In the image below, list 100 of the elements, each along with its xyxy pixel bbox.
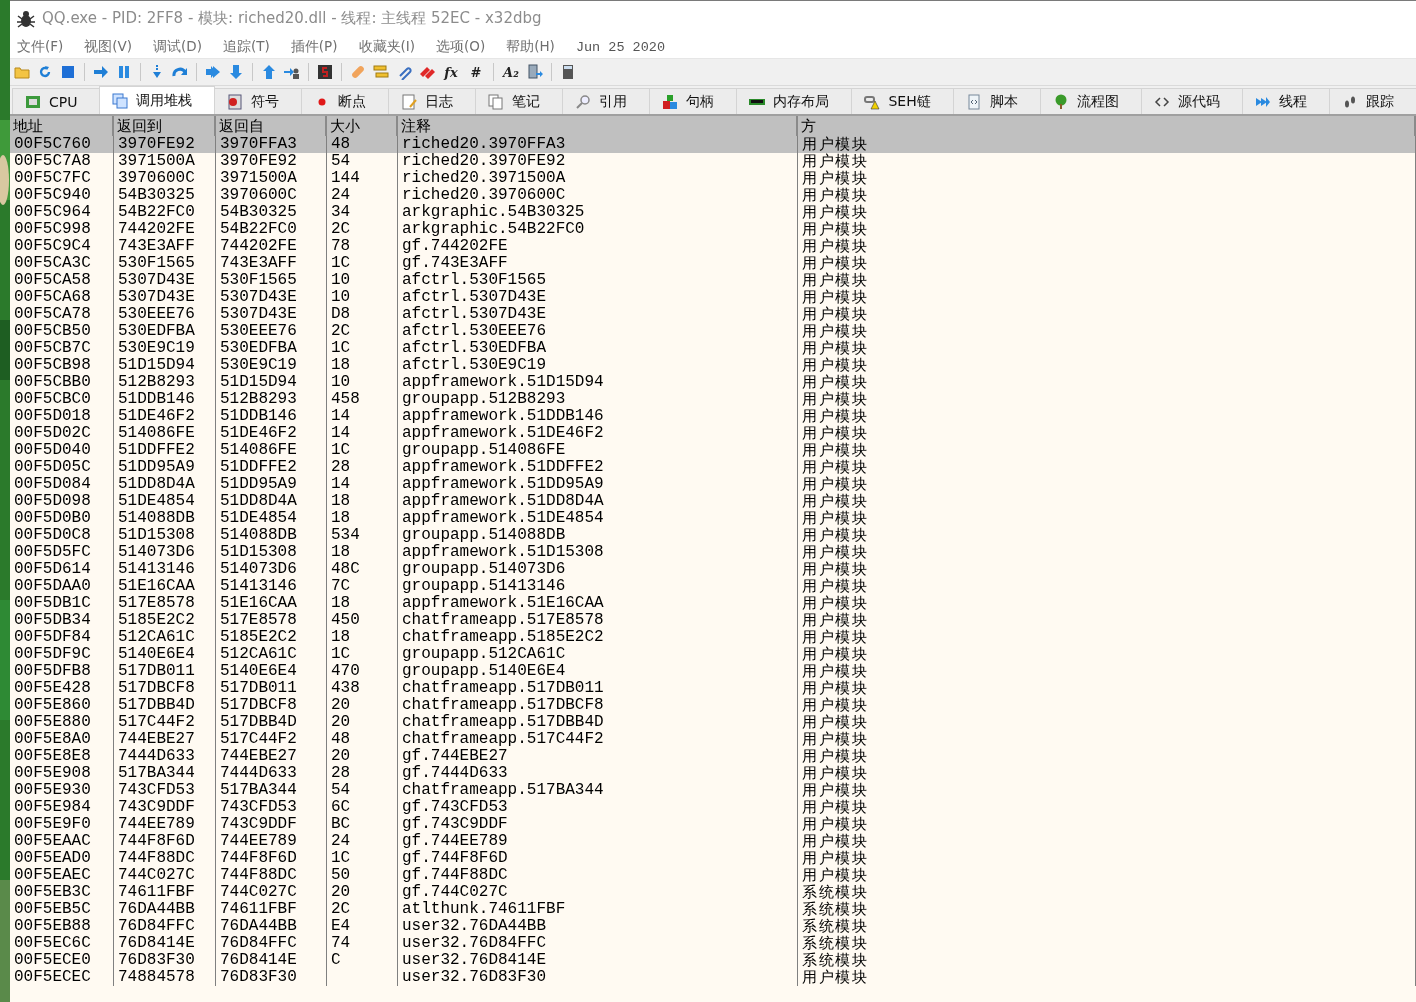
table-cell: 用户模块 <box>798 272 1416 289</box>
table-cell: 530EDFBA <box>216 340 327 357</box>
column-header[interactable]: 地址 <box>10 116 114 137</box>
tab[interactable]: 日志 <box>388 88 477 114</box>
table-cell: 5307D43E <box>216 306 327 323</box>
table-cell: 74884578 <box>114 969 216 986</box>
column-header[interactable]: 返回自 <box>216 116 327 137</box>
table-cell: 517DB011 <box>114 663 216 680</box>
toolbar-button[interactable] <box>315 62 335 82</box>
column-header[interactable]: 大小 <box>327 116 398 137</box>
table-cell: afctrl.530F1565 <box>398 272 798 289</box>
menu-item[interactable]: 选项(O) <box>436 38 495 56</box>
table-cell: 743E3AFF <box>114 238 216 255</box>
table-cell: 00F5D05C <box>10 459 114 476</box>
table-cell: 20 <box>327 697 398 714</box>
table-cell: user32.76D8414E <box>398 952 798 969</box>
table-cell: 6C <box>327 799 398 816</box>
table-cell: 5185E2C2 <box>114 612 216 629</box>
tab[interactable]: SEH链 <box>851 88 954 114</box>
table-cell: 00F5DF9C <box>10 646 114 663</box>
tab[interactable]: 断点 <box>301 88 390 114</box>
calculator-icon <box>560 64 576 80</box>
tab-label: 调用堆栈 <box>136 91 193 110</box>
table-cell: 74611FBF <box>216 901 327 918</box>
table-cell: 51DE46F2 <box>216 425 327 442</box>
tab[interactable]: 调用堆栈 <box>99 86 216 114</box>
table-cell: 534 <box>327 527 398 544</box>
table-cell: 00F5EB5C <box>10 901 114 918</box>
table-cell: 744F88DC <box>114 850 216 867</box>
letter-square-icon <box>317 64 333 80</box>
table-cell: 用户模块 <box>798 731 1416 748</box>
table-cell: 用户模块 <box>798 238 1416 255</box>
table-cell: 用户模块 <box>798 629 1416 646</box>
menu-item[interactable]: 追踪(T) <box>223 38 279 56</box>
menu-item[interactable]: 帮助(H) <box>506 38 564 56</box>
table-cell: 28 <box>327 459 398 476</box>
table-cell: appframework.51DD8D4A <box>398 493 798 510</box>
table-cell: 00F5EAEC <box>10 867 114 884</box>
table-cell: 51DE4854 <box>216 510 327 527</box>
table-cell: 514088DB <box>114 510 216 527</box>
tab[interactable]: 源代码 <box>1140 88 1243 114</box>
menu-item[interactable]: 插件(P) <box>290 38 347 56</box>
table-cell: 34 <box>327 204 398 221</box>
table-cell: 用户模块 <box>798 748 1416 765</box>
menu-item[interactable]: 调试(D) <box>153 38 212 56</box>
tab-label: 笔记 <box>512 92 541 111</box>
table-cell: 5140E6E4 <box>216 663 327 680</box>
table-cell: chatframeapp.517DBCF8 <box>398 697 798 714</box>
table-cell: 18 <box>327 595 398 612</box>
table-cell: 517E8578 <box>216 612 327 629</box>
tab[interactable]: 脚本 <box>952 88 1041 114</box>
table-cell: afctrl.530EEE76 <box>398 323 798 340</box>
table-cell: 00F5D084 <box>10 476 114 493</box>
tab-label: CPU <box>49 93 78 110</box>
column-header[interactable]: 返回到 <box>114 116 216 137</box>
tab-label: 符号 <box>251 92 280 111</box>
table-cell: 530EEE76 <box>216 323 327 340</box>
stop-icon <box>60 64 76 80</box>
table-cell: 517BA344 <box>216 782 327 799</box>
menu-item[interactable]: 文件(F) <box>17 38 73 56</box>
tab[interactable]: 引用 <box>562 88 651 114</box>
table-cell: 用户模块 <box>798 255 1416 272</box>
table-cell: 5307D43E <box>114 272 216 289</box>
table-cell: 用户模块 <box>798 289 1416 306</box>
tab[interactable]: 跟踪 <box>1328 88 1416 114</box>
table-cell: 00F5ECE0 <box>10 952 114 969</box>
tab[interactable]: 笔记 <box>475 88 564 114</box>
column-header[interactable]: 方 <box>798 116 1416 137</box>
table-cell: 00F5D5FC <box>10 544 114 561</box>
menu-item[interactable]: 视图(V) <box>84 38 142 56</box>
table-cell: 00F5E8E8 <box>10 748 114 765</box>
tab[interactable]: 句柄 <box>649 88 738 114</box>
column-header[interactable]: 注释 <box>398 116 798 137</box>
toolbar-button[interactable]: fx <box>440 62 462 82</box>
list-icon <box>373 64 389 80</box>
table-cell: 517E8578 <box>114 595 216 612</box>
tab-label: 跟踪 <box>1365 92 1394 111</box>
table-cell: 530E9C19 <box>216 357 327 374</box>
toolbar-button[interactable]: # <box>465 62 487 82</box>
table-cell: appframework.51DE4854 <box>398 510 798 527</box>
table-cell: 00F5E984 <box>10 799 114 816</box>
tab[interactable]: 线程 <box>1241 88 1330 114</box>
toolbar-button[interactable]: A₂ <box>500 62 522 82</box>
table-cell: 2C <box>327 901 398 918</box>
table-cell: 7444D633 <box>114 748 216 765</box>
tab[interactable]: CPU <box>12 88 101 114</box>
bug-icon <box>16 9 36 28</box>
arrow-down-icon <box>228 64 244 80</box>
table-cell: 744EE789 <box>216 833 327 850</box>
tab[interactable]: 流程图 <box>1039 88 1142 114</box>
tab[interactable]: 内存布局 <box>736 88 853 114</box>
table-cell: 用户模块 <box>798 510 1416 527</box>
table-cell: 3970FE92 <box>216 153 327 170</box>
tab[interactable]: 符号 <box>214 88 303 114</box>
table-cell: 用户模块 <box>798 374 1416 391</box>
table-cell: 51DD95A9 <box>114 459 216 476</box>
table-cell: 用户模块 <box>798 170 1416 187</box>
table-cell: 54B22FC0 <box>114 204 216 221</box>
menu-item[interactable]: 收藏夹(I) <box>358 38 424 56</box>
table-cell: 5307D43E <box>114 289 216 306</box>
